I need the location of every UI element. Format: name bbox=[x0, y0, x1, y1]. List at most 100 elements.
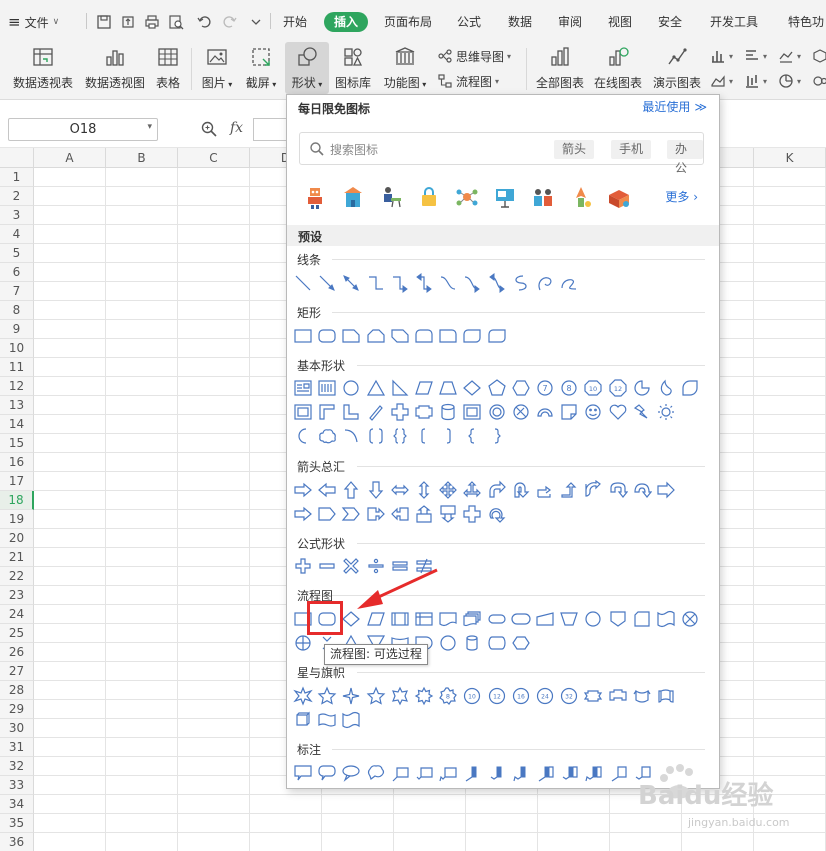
shape-option[interactable] bbox=[293, 763, 313, 783]
shape-option[interactable] bbox=[632, 480, 653, 500]
shape-option[interactable] bbox=[438, 378, 458, 398]
search-chip-office[interactable]: 办公 bbox=[667, 140, 703, 175]
shape-option[interactable] bbox=[317, 273, 337, 293]
shape-option[interactable] bbox=[317, 763, 337, 783]
customize-dropdown-icon[interactable] bbox=[246, 12, 266, 32]
row-header-4[interactable]: 4 bbox=[0, 225, 34, 244]
tab-developer[interactable]: 开发工具 bbox=[710, 12, 758, 32]
row-header-17[interactable]: 17 bbox=[0, 472, 34, 491]
shape-option[interactable] bbox=[366, 402, 386, 422]
shape-option[interactable]: 10 bbox=[462, 686, 482, 706]
shape-option[interactable] bbox=[462, 426, 482, 446]
shape-option[interactable] bbox=[487, 402, 507, 422]
column-header-a[interactable]: A bbox=[34, 148, 106, 168]
shape-option[interactable] bbox=[462, 378, 482, 398]
shape-option[interactable] bbox=[293, 480, 313, 500]
row-header-19[interactable]: 19 bbox=[0, 510, 34, 529]
shape-option[interactable] bbox=[341, 480, 361, 500]
search-chip-phone[interactable]: 手机 bbox=[611, 140, 652, 159]
shape-option[interactable] bbox=[511, 480, 531, 500]
shape-option[interactable] bbox=[511, 763, 531, 783]
shape-option[interactable] bbox=[414, 609, 434, 629]
row-header-13[interactable]: 13 bbox=[0, 396, 34, 415]
shape-option[interactable]: 12 bbox=[487, 686, 507, 706]
row-header-2[interactable]: 2 bbox=[0, 187, 34, 206]
tab-features[interactable]: 特色功 bbox=[788, 12, 824, 32]
stock-chart-icon[interactable]: ▾ bbox=[744, 71, 767, 91]
shape-option[interactable] bbox=[317, 686, 337, 706]
tab-view[interactable]: 视图 bbox=[608, 12, 632, 32]
shape-option[interactable] bbox=[535, 480, 555, 500]
shape-option[interactable] bbox=[511, 273, 531, 293]
name-box[interactable]: O18 ▾ bbox=[8, 118, 158, 141]
shape-option[interactable] bbox=[414, 402, 434, 422]
row-header-7[interactable]: 7 bbox=[0, 282, 34, 301]
shape-option[interactable] bbox=[293, 273, 313, 293]
column-header-k[interactable]: K bbox=[754, 148, 826, 168]
row-header-33[interactable]: 33 bbox=[0, 776, 34, 795]
shape-option[interactable] bbox=[317, 556, 337, 576]
shape-option[interactable] bbox=[462, 633, 482, 653]
shape-option[interactable]: 12 bbox=[608, 378, 628, 398]
pivot-table-button[interactable]: 数据透视表 bbox=[10, 42, 76, 94]
shape-option[interactable] bbox=[341, 326, 361, 346]
shape-option[interactable] bbox=[608, 763, 628, 783]
row-header-28[interactable]: 28 bbox=[0, 681, 34, 700]
row-header-6[interactable]: 6 bbox=[0, 263, 34, 282]
redo-icon[interactable] bbox=[220, 12, 240, 32]
row-header-15[interactable]: 15 bbox=[0, 434, 34, 453]
shape-option[interactable] bbox=[511, 609, 531, 629]
shape-option[interactable]: 7 bbox=[535, 378, 555, 398]
row-header-25[interactable]: 25 bbox=[0, 624, 34, 643]
shape-option[interactable] bbox=[293, 556, 313, 576]
shape-option[interactable] bbox=[366, 686, 386, 706]
shape-option[interactable] bbox=[390, 402, 410, 422]
shape-option[interactable] bbox=[680, 378, 700, 398]
lock-icon[interactable] bbox=[416, 184, 442, 210]
shape-option[interactable] bbox=[293, 633, 313, 653]
more-icons-link[interactable]: 更多 › bbox=[665, 188, 698, 205]
screenshot-button[interactable]: 截屏 ▾ bbox=[242, 42, 280, 94]
tab-data[interactable]: 数据 bbox=[508, 12, 532, 32]
shape-option[interactable] bbox=[366, 504, 386, 524]
shape-option[interactable] bbox=[293, 402, 313, 422]
shape-option[interactable] bbox=[293, 426, 313, 446]
shape-option[interactable] bbox=[438, 273, 458, 293]
icon-search-box[interactable]: 搜索图标 箭头 手机 办公 bbox=[299, 132, 704, 175]
shape-option[interactable] bbox=[317, 326, 337, 346]
shape-option[interactable] bbox=[608, 480, 628, 500]
shape-option[interactable]: 16 bbox=[511, 686, 531, 706]
row-header-12[interactable]: 12 bbox=[0, 377, 34, 396]
row-header-14[interactable]: 14 bbox=[0, 415, 34, 434]
row-header-22[interactable]: 22 bbox=[0, 567, 34, 586]
recently-used-link[interactable]: 最近使用 ≫ bbox=[642, 98, 707, 115]
shape-option[interactable] bbox=[317, 710, 337, 730]
shape-option[interactable] bbox=[293, 710, 313, 730]
shape-option[interactable] bbox=[462, 480, 482, 500]
shape-option[interactable] bbox=[487, 480, 507, 500]
shape-option[interactable] bbox=[583, 609, 603, 629]
shape-option[interactable] bbox=[366, 556, 386, 576]
shape-option[interactable] bbox=[656, 480, 676, 500]
shape-option[interactable] bbox=[656, 609, 676, 629]
row-header-11[interactable]: 11 bbox=[0, 358, 34, 377]
shape-option[interactable] bbox=[390, 480, 410, 500]
shape-option[interactable] bbox=[390, 556, 410, 576]
shape-option[interactable] bbox=[341, 686, 361, 706]
shape-option[interactable] bbox=[414, 480, 434, 500]
shape-option[interactable] bbox=[487, 273, 507, 293]
column-header-c[interactable]: C bbox=[178, 148, 250, 168]
row-header-27[interactable]: 27 bbox=[0, 662, 34, 681]
presentation-board-icon[interactable] bbox=[492, 184, 518, 210]
row-header-26[interactable]: 26 bbox=[0, 643, 34, 662]
shape-option[interactable] bbox=[656, 378, 676, 398]
all-charts-button[interactable]: 全部图表 bbox=[532, 42, 588, 94]
row-header-30[interactable]: 30 bbox=[0, 719, 34, 738]
shape-option[interactable] bbox=[366, 273, 386, 293]
shape-option[interactable] bbox=[390, 378, 410, 398]
delivery-box-icon[interactable] bbox=[606, 184, 632, 210]
shape-option[interactable] bbox=[414, 763, 434, 783]
shape-option[interactable] bbox=[414, 378, 434, 398]
shape-option[interactable] bbox=[341, 556, 361, 576]
print-preview-icon[interactable] bbox=[166, 12, 186, 32]
